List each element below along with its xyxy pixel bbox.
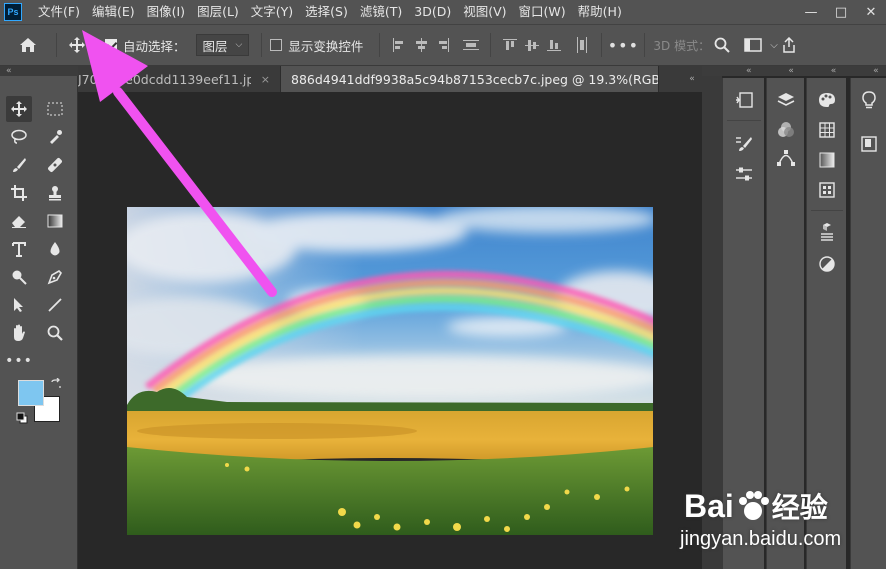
- baidu-jingyan-watermark: Bai 经验 jingyan.baidu.com: [680, 476, 886, 569]
- watermark-brand-suffix: 经验: [771, 491, 828, 524]
- watermark-brand: Bai: [684, 487, 734, 524]
- paw-icon: [736, 489, 770, 523]
- watermark-url: jingyan.baidu.com: [680, 528, 842, 550]
